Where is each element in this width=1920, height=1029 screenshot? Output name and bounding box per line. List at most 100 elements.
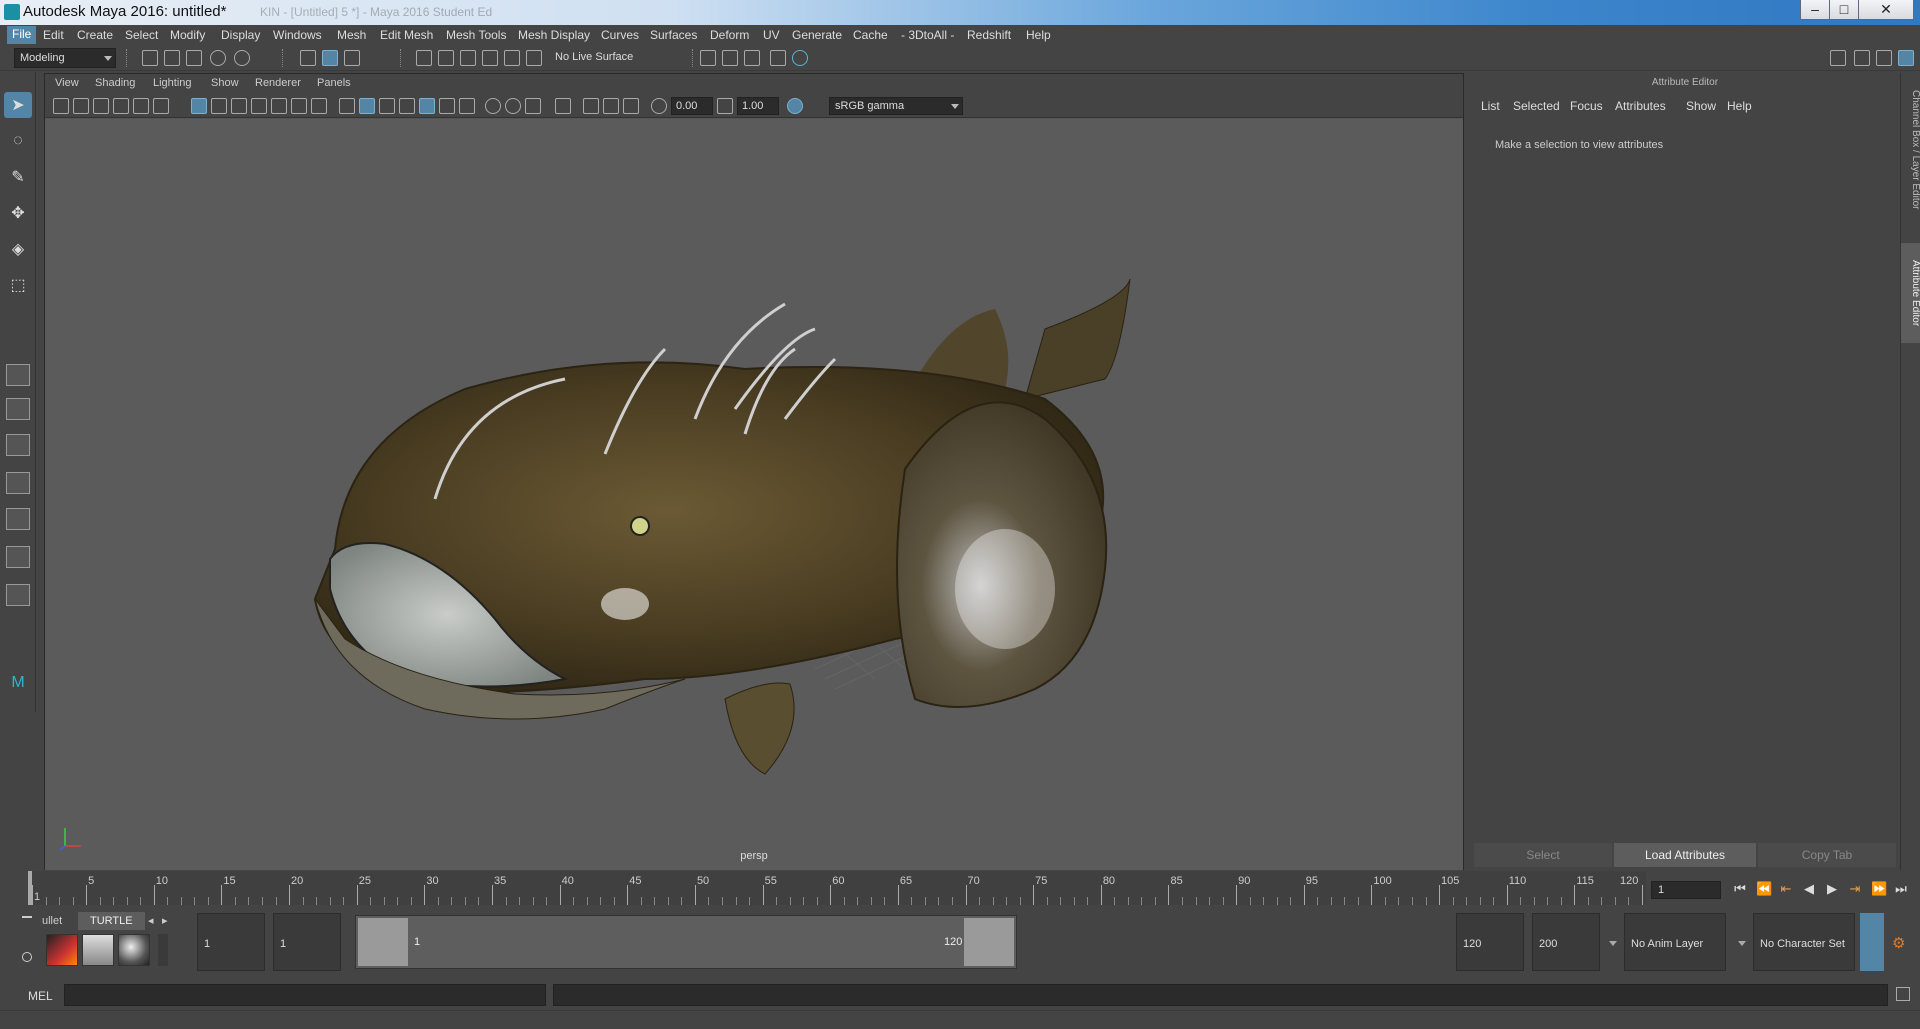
ae-menu-focus[interactable]: Focus [1570, 99, 1603, 113]
snap-to-point-icon[interactable] [460, 50, 476, 66]
snap-to-grid-icon[interactable] [416, 50, 432, 66]
panel-menu-renderer[interactable]: Renderer [255, 77, 301, 89]
menu-cache[interactable]: Cache [853, 28, 888, 42]
attribute-editor-toggle-icon[interactable] [1854, 50, 1870, 66]
step-back-key-icon[interactable]: ⏪ [1756, 882, 1772, 896]
use-all-lights-icon[interactable] [439, 98, 455, 114]
ae-menu-attributes[interactable]: Attributes [1615, 99, 1666, 113]
film-gate-icon[interactable] [211, 98, 227, 114]
mel-input[interactable] [64, 984, 546, 1006]
range-slider[interactable]: 1 120 [355, 915, 1017, 969]
paint-select-tool-icon[interactable]: ✎ [4, 164, 32, 190]
undo-icon[interactable] [210, 50, 226, 66]
hypershade-persp-layout-icon[interactable] [6, 546, 30, 568]
camera-gate-icon[interactable] [623, 98, 639, 114]
animation-preferences-icon[interactable]: ⚙ [1892, 934, 1910, 952]
scene-end-field[interactable]: 200 [1532, 913, 1600, 971]
save-scene-icon[interactable] [186, 50, 202, 66]
menu-modify[interactable]: Modify [170, 28, 205, 42]
smooth-shade-icon[interactable] [359, 98, 375, 114]
shadows-icon[interactable] [459, 98, 475, 114]
menu-curves[interactable]: Curves [601, 28, 639, 42]
snap-together-icon[interactable] [526, 50, 542, 66]
play-back-icon[interactable]: ◀ [1802, 882, 1816, 896]
shelf-scroll-right-icon[interactable]: ▸ [162, 912, 168, 930]
select-by-hierarchy-icon[interactable] [300, 50, 316, 66]
turtle-shader-icon[interactable] [118, 934, 150, 966]
step-back-frame-icon[interactable]: ⇤ [1779, 882, 1793, 896]
menu-generate[interactable]: Generate [792, 28, 842, 42]
menu-windows[interactable]: Windows [273, 28, 322, 42]
custom-layout-icon[interactable] [6, 584, 30, 606]
safe-action-icon[interactable] [291, 98, 307, 114]
redo-icon[interactable] [234, 50, 250, 66]
motion-blur-icon[interactable] [505, 98, 521, 114]
xray-active-components-icon[interactable] [603, 98, 619, 114]
turtle-bake-icon[interactable] [82, 934, 114, 966]
snap-to-curve-icon[interactable] [438, 50, 454, 66]
character-set-dropdown[interactable]: No Character Set [1738, 913, 1855, 971]
render-frame-icon[interactable] [770, 50, 786, 66]
wireframe-on-shaded-icon[interactable] [379, 98, 395, 114]
view-transform-dropdown[interactable]: sRGB gamma [829, 97, 963, 115]
exposure-icon[interactable] [651, 98, 667, 114]
xray-icon[interactable] [399, 98, 415, 114]
hypershade-icon[interactable] [792, 50, 808, 66]
menu-file[interactable]: File [7, 26, 37, 44]
step-forward-key-icon[interactable]: ⏩ [1871, 882, 1887, 896]
resolution-gate-icon[interactable] [231, 98, 247, 114]
gate-mask-icon[interactable] [251, 98, 267, 114]
ae-menu-list[interactable]: List [1481, 99, 1500, 113]
menu-mesh-display[interactable]: Mesh Display [518, 28, 590, 42]
turtle-render-icon[interactable] [46, 934, 78, 966]
maximize-button[interactable]: □ [1829, 0, 1859, 20]
skip-to-end-icon[interactable]: ⏭ [1894, 882, 1908, 896]
open-scene-icon[interactable] [164, 50, 180, 66]
menu-mesh[interactable]: Mesh [337, 28, 366, 42]
menu-surfaces[interactable]: Surfaces [650, 28, 697, 42]
select-tool-icon[interactable]: ➤ [4, 92, 32, 118]
2d-pan-zoom-icon[interactable] [133, 98, 149, 114]
ipr-render-icon[interactable] [744, 50, 760, 66]
anim-layer-dropdown[interactable]: No Anim Layer [1609, 913, 1726, 971]
exposure-field[interactable]: 0.00 [671, 97, 713, 115]
move-tool-icon[interactable]: ✥ [4, 200, 32, 226]
field-chart-icon[interactable] [271, 98, 287, 114]
playback-end-field[interactable]: 120 [1456, 913, 1524, 971]
menu-edit-mesh[interactable]: Edit Mesh [380, 28, 433, 42]
color-management-icon[interactable] [787, 98, 803, 114]
safe-title-icon[interactable] [311, 98, 327, 114]
anglerfish-model[interactable] [45, 119, 1463, 870]
menu-3dtoall[interactable]: - 3DtoAll - [901, 28, 954, 42]
xray-joints-icon[interactable] [583, 98, 599, 114]
panel-menu-show[interactable]: Show [211, 77, 239, 89]
playhead[interactable] [28, 871, 32, 905]
shelf-tab-bullet[interactable]: ullet [42, 912, 62, 930]
textured-icon[interactable] [419, 98, 435, 114]
script-editor-icon[interactable] [1896, 987, 1910, 1001]
image-plane-icon[interactable] [113, 98, 129, 114]
panel-menu-lighting[interactable]: Lighting [153, 77, 192, 89]
playback-start-field[interactable]: 1 [273, 913, 341, 971]
camera-attributes-icon[interactable] [73, 98, 89, 114]
menu-edit[interactable]: Edit [43, 28, 64, 42]
ae-menu-selected[interactable]: Selected [1513, 99, 1560, 113]
tab-attribute-editor[interactable]: Attribute Editor [1901, 243, 1920, 343]
make-live-icon[interactable] [504, 50, 520, 66]
persp-outliner-layout-icon[interactable] [6, 434, 30, 456]
isolate-select-icon[interactable] [555, 98, 571, 114]
menu-help[interactable]: Help [1026, 28, 1051, 42]
single-view-layout-icon[interactable] [6, 364, 30, 386]
grid-icon[interactable] [191, 98, 207, 114]
menu-create[interactable]: Create [77, 28, 113, 42]
lasso-tool-icon[interactable]: ◌ [4, 128, 32, 154]
scale-tool-icon[interactable]: ⬚ [4, 272, 32, 298]
panel-menu-shading[interactable]: Shading [95, 77, 135, 89]
close-button[interactable]: ✕ [1858, 0, 1914, 20]
new-scene-icon[interactable] [142, 50, 158, 66]
render-view-icon[interactable] [722, 50, 738, 66]
modeling-toolkit-icon[interactable] [1830, 50, 1846, 66]
range-start-handle[interactable] [358, 918, 408, 966]
3d-viewport[interactable]: persp [45, 119, 1463, 870]
shelf-scroll-left-icon[interactable]: ◂ [148, 912, 154, 930]
